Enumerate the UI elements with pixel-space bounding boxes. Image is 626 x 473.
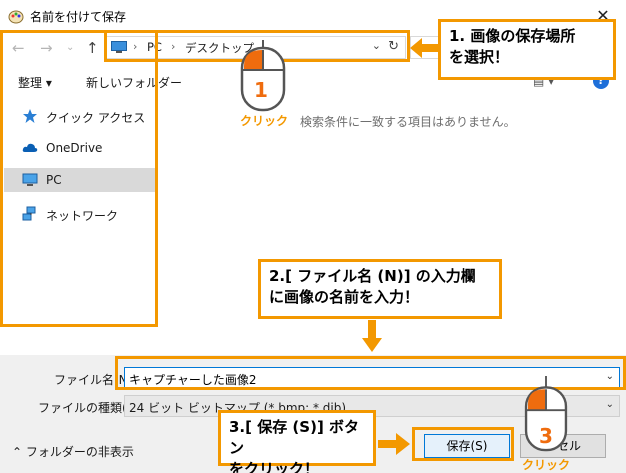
step1-callout: 1. 画像の保存場所 を選択！ (438, 19, 616, 80)
step2-callout: 2.[ ファイル名 (N)] の入力欄 に画像の名前を入力！ (258, 259, 502, 319)
arrow-left-icon (410, 38, 440, 58)
hide-folders-label: フォルダーの非表示 (25, 445, 134, 459)
arrow-right-icon (378, 433, 410, 455)
click-label: クリック (240, 114, 289, 128)
empty-results-message: 検索条件に一致する項目はありません。 (300, 115, 516, 129)
mouse3-number: 3 (539, 424, 553, 448)
paint-app-icon (8, 10, 24, 24)
sidebar-highlight (0, 30, 158, 327)
save-button-highlight (412, 427, 514, 461)
chevron-up-icon: ⌃ (12, 445, 23, 459)
arrow-down-icon (362, 320, 382, 352)
window-title: 名前を付けて保存 (30, 10, 127, 24)
click-label: クリック (522, 458, 571, 472)
step3-callout: 3.[ 保存 (S)] ボタン をクリック！ (218, 410, 376, 473)
hide-folders-toggle[interactable]: ⌃ フォルダーの非表示 (12, 443, 134, 460)
mouse1-number: 1 (254, 78, 268, 102)
chevron-down-icon[interactable]: ⌄ (606, 399, 614, 410)
